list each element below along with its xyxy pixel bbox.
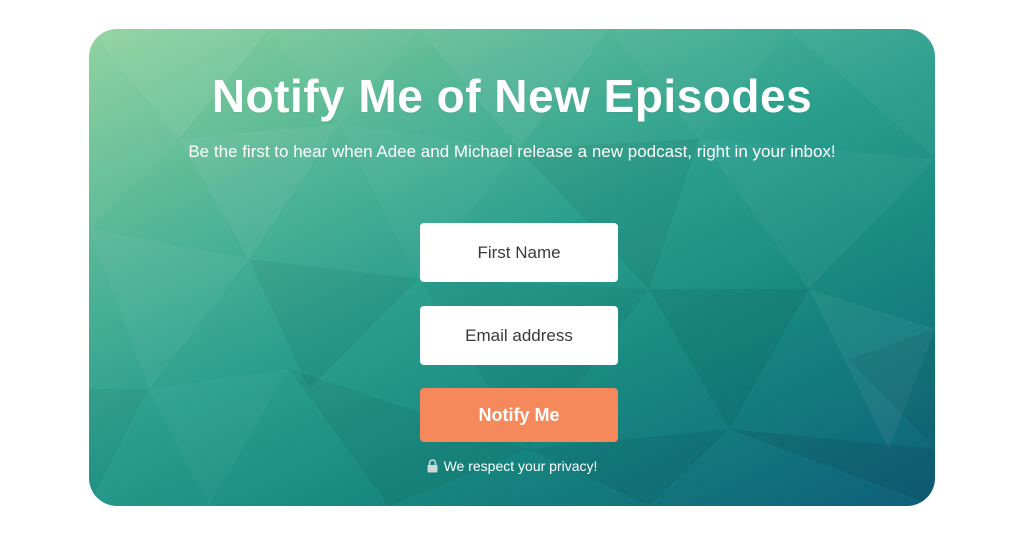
signup-card: Notify Me of New Episodes Be the first t… [89, 29, 935, 506]
signup-title: Notify Me of New Episodes [211, 70, 813, 122]
lock-icon [427, 459, 438, 473]
email-input[interactable] [420, 306, 618, 365]
signup-content: Notify Me of New Episodes Be the first t… [89, 29, 935, 506]
notify-me-button[interactable]: Notify Me [420, 388, 618, 442]
privacy-text: We respect your privacy! [443, 458, 598, 474]
page: Notify Me of New Episodes Be the first t… [0, 0, 1024, 536]
first-name-input[interactable] [420, 223, 618, 282]
signup-subtitle: Be the first to hear when Adee and Micha… [188, 142, 836, 161]
privacy-notice: We respect your privacy! [89, 458, 935, 474]
